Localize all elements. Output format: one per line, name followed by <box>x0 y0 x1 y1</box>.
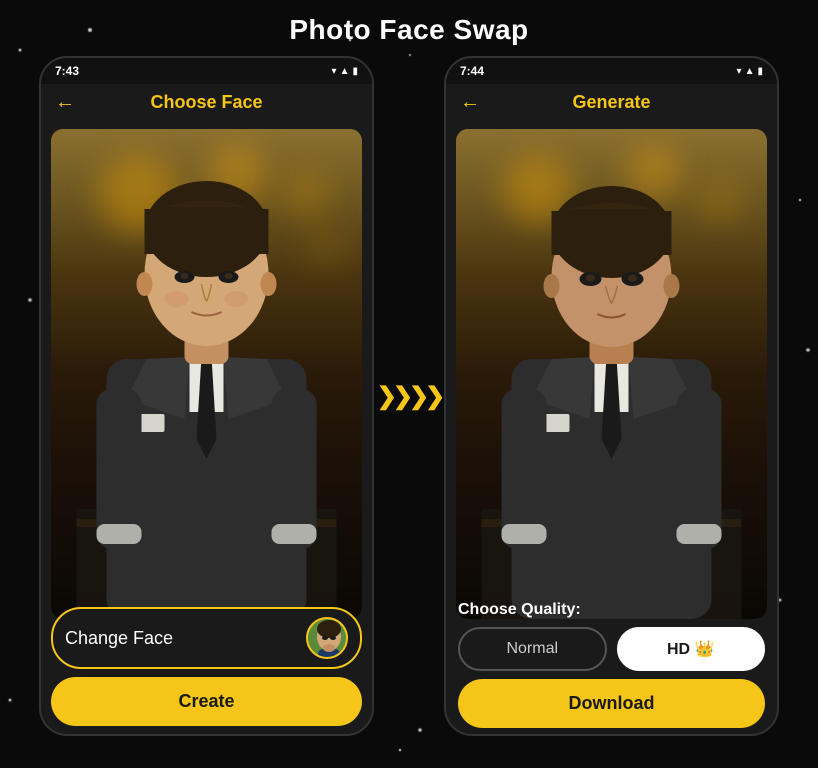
wifi-icon: ▲ <box>340 66 350 77</box>
status-bar-left: 7:43 ▾ ▲ ▮ <box>41 58 372 84</box>
bottom-controls-left: Change Face Create <box>41 599 372 734</box>
back-button-left[interactable]: ← <box>55 91 75 114</box>
photo-area-right <box>456 129 767 619</box>
phone-right: 7:44 ▾ ▲ ▮ ← Generate <box>444 56 779 736</box>
signal-icon-right: ▾ <box>737 66 742 77</box>
header-title-right: Generate <box>572 92 650 113</box>
quality-section: Choose Quality: Normal HD 👑 Download <box>446 591 777 734</box>
face-thumbnail <box>306 617 348 659</box>
photo-placeholder-left <box>51 129 362 619</box>
battery-icon: ▮ <box>352 66 358 77</box>
download-button[interactable]: Download <box>458 679 765 728</box>
change-face-button[interactable]: Change Face <box>51 607 362 669</box>
quality-label: Choose Quality: <box>458 601 765 619</box>
status-time-right: 7:44 <box>460 64 484 78</box>
photo-placeholder-right <box>456 129 767 619</box>
app-header-left: ← Choose Face <box>41 84 372 121</box>
status-time-left: 7:43 <box>55 64 79 78</box>
back-button-right[interactable]: ← <box>460 91 480 114</box>
phone-left: 7:43 ▾ ▲ ▮ ← Choose Face <box>39 56 374 736</box>
hd-quality-button[interactable]: HD 👑 <box>617 627 766 671</box>
status-icons-right: ▾ ▲ ▮ <box>737 66 763 77</box>
wifi-icon-right: ▲ <box>745 66 755 77</box>
photo-area-left <box>51 129 362 619</box>
arrows-connector: ❯❯❯❯ <box>374 382 444 411</box>
app-header-right: ← Generate <box>446 84 777 121</box>
chevron-right-icon: ❯❯❯❯ <box>377 382 441 411</box>
signal-icon: ▾ <box>332 66 337 77</box>
page-title: Photo Face Swap <box>0 0 818 56</box>
change-face-label: Change Face <box>65 628 173 649</box>
quality-buttons: Normal HD 👑 <box>458 627 765 671</box>
battery-icon-right: ▮ <box>757 66 763 77</box>
status-icons-left: ▾ ▲ ▮ <box>332 66 358 77</box>
normal-quality-button[interactable]: Normal <box>458 627 607 671</box>
header-title-left: Choose Face <box>150 92 262 113</box>
create-button[interactable]: Create <box>51 677 362 726</box>
status-bar-right: 7:44 ▾ ▲ ▮ <box>446 58 777 84</box>
